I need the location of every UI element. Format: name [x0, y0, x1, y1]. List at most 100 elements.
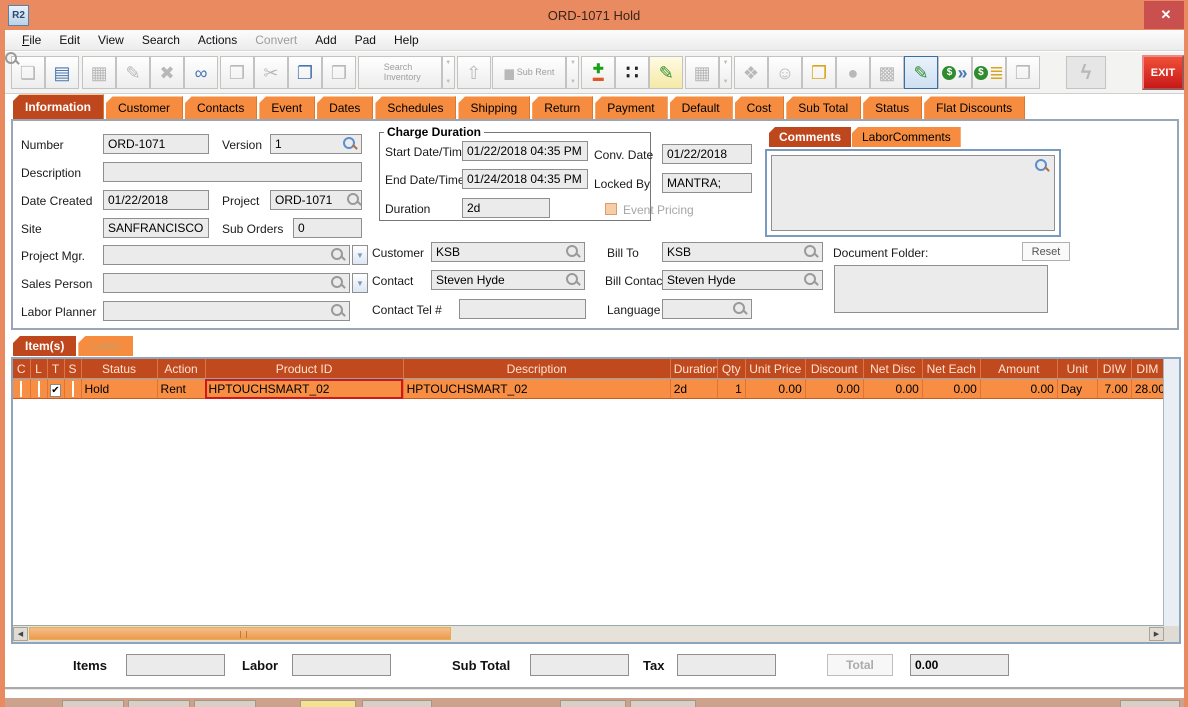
labor-planner-search-icon[interactable]: [331, 304, 345, 318]
bill-to-search-icon[interactable]: [804, 245, 818, 259]
duration-field[interactable]: [462, 198, 550, 218]
col-net-each[interactable]: Net Each: [922, 359, 980, 379]
sales-person-search-icon[interactable]: [331, 276, 345, 290]
bricks-button[interactable]: ▩: [870, 56, 904, 89]
check-in-button[interactable]: ⇧: [457, 56, 491, 89]
cell-net-disc[interactable]: 0.00: [863, 379, 922, 399]
items-total-field[interactable]: [126, 654, 225, 676]
col-discount[interactable]: Discount: [805, 359, 863, 379]
start-datetime-field[interactable]: [462, 141, 588, 161]
vertical-scrollbar[interactable]: [1163, 359, 1179, 626]
scroll-right-button[interactable]: ▶: [1149, 627, 1164, 641]
col-amount[interactable]: Amount: [980, 359, 1057, 379]
tab-comments[interactable]: Comments: [769, 127, 851, 147]
flash-button[interactable]: ϟ: [1066, 56, 1106, 89]
cell-product-id[interactable]: HPTOUCHSMART_02: [205, 379, 403, 399]
cell-qty[interactable]: 1: [717, 379, 745, 399]
delete-button[interactable]: ✖: [150, 56, 184, 89]
col-action[interactable]: Action: [157, 359, 205, 379]
col-status[interactable]: Status: [81, 359, 157, 379]
date-created-field[interactable]: [103, 190, 209, 210]
customer-field[interactable]: [431, 242, 585, 262]
search-inventory-button[interactable]: Search Inventory: [358, 56, 442, 89]
tab-information[interactable]: Information: [13, 94, 104, 119]
sphere-button[interactable]: ●: [836, 56, 870, 89]
calendar-button[interactable]: ▦: [685, 56, 719, 89]
cell-action[interactable]: Rent: [157, 379, 205, 399]
tab-default[interactable]: Default: [670, 96, 733, 119]
document-folder-button[interactable]: ❒: [802, 56, 836, 89]
reset-button[interactable]: Reset: [1022, 242, 1070, 261]
labor-planner-field[interactable]: [103, 301, 350, 321]
menu-search[interactable]: Search: [133, 31, 189, 49]
horizontal-scrollbar[interactable]: ◀ ▶: [13, 625, 1164, 642]
tab-status[interactable]: Status: [863, 96, 922, 119]
contact-button[interactable]: ☺: [768, 56, 802, 89]
cut-button[interactable]: ✂: [254, 56, 288, 89]
contact-field[interactable]: [431, 270, 585, 290]
tax-field[interactable]: [677, 654, 776, 676]
tab-sub-total[interactable]: Sub Total: [786, 96, 861, 119]
tab-event[interactable]: Event: [259, 96, 315, 119]
row-checkbox-t[interactable]: ✔: [50, 384, 60, 397]
menu-add[interactable]: Add: [306, 31, 345, 49]
row-checkbox-c[interactable]: [20, 381, 22, 397]
cell-unit[interactable]: Day: [1057, 379, 1097, 399]
print-button[interactable]: ▤: [45, 56, 79, 89]
col-s[interactable]: S: [64, 359, 81, 379]
tab-customer[interactable]: Customer: [106, 96, 183, 119]
tab-dates[interactable]: Dates: [317, 96, 373, 119]
find-button[interactable]: ∞: [184, 56, 218, 89]
scroll-left-button[interactable]: ◀: [13, 627, 28, 641]
tab-shipping[interactable]: Shipping: [458, 96, 530, 119]
copy-button[interactable]: ❐: [288, 56, 322, 89]
calendar-dropdown[interactable]: ▼ ▼: [719, 56, 732, 89]
availability-button[interactable]: ∷: [615, 56, 649, 89]
contact-tel-field[interactable]: [459, 299, 586, 319]
price-notes-button[interactable]: $ ≣: [972, 56, 1006, 89]
tab-schedules[interactable]: Schedules: [375, 96, 456, 119]
search-inventory-dropdown[interactable]: ▼ ▼: [442, 56, 455, 89]
total-value-field[interactable]: [910, 654, 1009, 676]
menu-view[interactable]: View: [89, 31, 133, 49]
bill-contact-field[interactable]: [662, 270, 823, 290]
cell-net-each[interactable]: 0.00: [922, 379, 980, 399]
language-search-icon[interactable]: [733, 302, 747, 316]
total-button[interactable]: Total: [827, 654, 893, 676]
cell-amount[interactable]: 0.00: [980, 379, 1057, 399]
col-dim[interactable]: DIM: [1131, 359, 1163, 379]
description-field[interactable]: [103, 162, 362, 182]
sales-person-dropdown[interactable]: ▼: [352, 273, 368, 293]
tab-return[interactable]: Return: [532, 96, 593, 119]
col-unit-price[interactable]: Unit Price: [745, 359, 805, 379]
number-field[interactable]: [103, 134, 209, 154]
paste-button[interactable]: ❒: [322, 56, 356, 89]
notes-button[interactable]: ✎: [649, 56, 683, 89]
tab-labor[interactable]: Labor: [78, 336, 133, 356]
menu-file[interactable]: File: [13, 31, 50, 49]
hierarchy-button[interactable]: ❖: [734, 56, 768, 89]
cell-status[interactable]: Hold: [81, 379, 157, 399]
col-t[interactable]: T: [47, 359, 64, 379]
labor-total-field[interactable]: [292, 654, 391, 676]
col-net-disc[interactable]: Net Disc: [863, 359, 922, 379]
sales-person-field[interactable]: [103, 273, 350, 293]
col-l[interactable]: L: [30, 359, 47, 379]
price-forward-button[interactable]: $ »: [938, 56, 972, 89]
col-product-id[interactable]: Product ID: [205, 359, 403, 379]
comments-textarea[interactable]: [771, 155, 1055, 231]
menu-edit[interactable]: Edit: [50, 31, 89, 49]
tab-contacts[interactable]: Contacts: [185, 96, 257, 119]
document-folder-box[interactable]: [834, 265, 1048, 313]
sub-orders-field[interactable]: [293, 218, 362, 238]
col-unit[interactable]: Unit: [1057, 359, 1097, 379]
version-search-icon[interactable]: [343, 137, 357, 151]
cell-diw[interactable]: 7.00: [1097, 379, 1131, 399]
col-qty[interactable]: Qty: [717, 359, 745, 379]
tab-payment[interactable]: Payment: [595, 96, 667, 119]
end-datetime-field[interactable]: [462, 169, 588, 189]
locked-by-field[interactable]: [662, 173, 752, 193]
exit-button[interactable]: EXIT: [1142, 55, 1184, 90]
cell-description[interactable]: HPTOUCHSMART_02: [403, 379, 670, 399]
menu-actions[interactable]: Actions: [189, 31, 246, 49]
